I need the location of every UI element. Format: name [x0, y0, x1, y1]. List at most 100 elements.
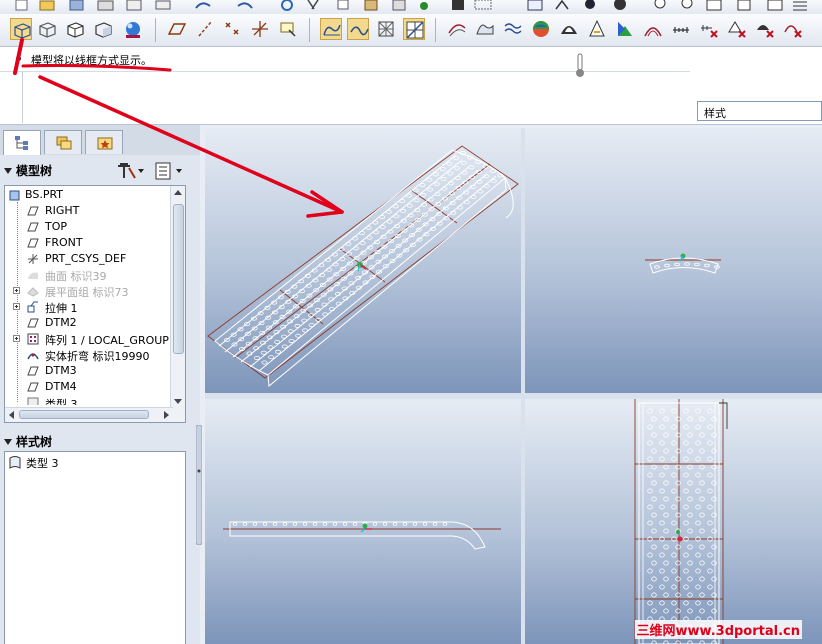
grid-icon[interactable] [403, 18, 425, 40]
expand-toggle-icon[interactable] [13, 335, 20, 342]
appearance-ball-icon[interactable] [614, 0, 626, 10]
tree-item-surface[interactable]: 曲面 标识39 [5, 267, 173, 283]
shading-icon[interactable] [92, 18, 114, 40]
viewport-top[interactable] [525, 399, 822, 644]
tree-horizontal-scroll-thumb[interactable] [19, 410, 149, 419]
reflection-icon[interactable] [530, 18, 552, 40]
tab-model-tree[interactable] [3, 130, 41, 155]
new-icon[interactable] [15, 0, 28, 11]
expand-toggle-icon[interactable] [13, 303, 20, 310]
open-icon[interactable] [39, 0, 55, 11]
layer-icon[interactable] [767, 0, 783, 11]
email-icon[interactable] [155, 0, 171, 10]
email-icon[interactable] [126, 0, 142, 11]
paste-icon[interactable] [392, 0, 406, 11]
datum-plane-toggle-icon[interactable] [166, 18, 188, 40]
tree-item-bs-prt[interactable]: BS.PRT [5, 187, 173, 203]
datum-axis-toggle-icon[interactable] [194, 18, 216, 40]
spin-center-icon[interactable] [277, 18, 299, 40]
viewport-horizontal-splitter[interactable] [205, 393, 822, 399]
redo-icon[interactable] [237, 2, 253, 9]
zoom-in-icon[interactable] [654, 0, 666, 9]
hole-outline [647, 520, 653, 526]
section-icon[interactable] [614, 18, 636, 40]
tree-item-pattern[interactable]: 阵列 1 / LOCAL_GROUP [5, 331, 173, 347]
tree-item-extrude[interactable]: 拉伸 1 [5, 299, 173, 315]
tree-horizontal-scrollbar[interactable] [5, 407, 173, 422]
scroll-up-icon[interactable] [171, 186, 185, 200]
curve-icon[interactable] [347, 18, 369, 40]
zoom-out-icon[interactable] [681, 0, 693, 9]
tree-item-top[interactable]: TOP [5, 219, 173, 235]
print-icon[interactable] [97, 0, 114, 11]
draft-analysis-icon[interactable] [558, 18, 580, 40]
delete-curve-icon[interactable] [754, 18, 776, 40]
regenerate-icon[interactable] [281, 0, 293, 11]
measure-icon[interactable] [670, 18, 692, 40]
settings-tools-icon[interactable] [118, 163, 136, 179]
collapse-arrow-icon[interactable] [4, 168, 12, 174]
tree-vertical-scroll-thumb[interactable] [173, 204, 184, 354]
wireframe-display-icon[interactable] [10, 18, 32, 40]
tree-vertical-scrollbar[interactable] [170, 186, 185, 422]
scroll-right-icon[interactable] [159, 408, 173, 422]
delete-analysis-icon[interactable] [698, 18, 720, 40]
hole-outline [442, 522, 448, 526]
curvature-icon[interactable] [642, 18, 664, 40]
cut-icon[interactable] [307, 0, 319, 10]
appearance-ball-icon[interactable] [122, 18, 144, 40]
scroll-left-icon[interactable] [5, 408, 19, 422]
viewport-side[interactable] [205, 399, 521, 644]
paste-icon[interactable] [364, 0, 378, 11]
viewport-isometric[interactable] [205, 128, 521, 393]
csys-toggle-icon[interactable] [249, 18, 271, 40]
undo-icon[interactable] [195, 2, 211, 9]
orient-icon[interactable] [555, 0, 569, 10]
surface-icon[interactable] [320, 18, 342, 40]
hidden-line-icon[interactable] [36, 18, 58, 40]
hole-outline [711, 544, 717, 550]
delete-shading-icon[interactable] [726, 18, 748, 40]
slope-icon[interactable] [586, 18, 608, 40]
viewport-front[interactable] [525, 128, 822, 393]
tree-item-dtm3[interactable]: DTM3 [5, 363, 173, 379]
style-tree-item[interactable]: 类型 3 [5, 454, 175, 470]
blend-surface-icon[interactable] [446, 18, 468, 40]
expand-toggle-icon[interactable] [13, 287, 20, 294]
sketch-icon[interactable] [375, 18, 397, 40]
refit-icon[interactable] [706, 0, 722, 11]
free-surface-icon[interactable] [474, 18, 496, 40]
tree-item-dtm4[interactable]: DTM4 [5, 379, 173, 395]
curve-edit-icon[interactable] [502, 18, 524, 40]
tree-item-dtm2[interactable]: DTM2 [5, 315, 173, 331]
repaint-icon[interactable] [527, 0, 543, 11]
save-icon[interactable] [69, 0, 84, 11]
tree-item-right[interactable]: RIGHT [5, 203, 173, 219]
tree-item-toroidal-bend[interactable]: 实体折弯 标识19990 [5, 347, 173, 363]
find-icon[interactable] [452, 0, 464, 10]
collapse-arrow-icon[interactable] [4, 439, 12, 445]
tree-item-front[interactable]: FRONT [5, 235, 173, 251]
chevron-down-icon[interactable] [138, 169, 144, 173]
style-selector[interactable]: 样式 [697, 101, 822, 121]
no-hidden-icon[interactable] [64, 18, 86, 40]
tab-favorites[interactable] [85, 130, 123, 154]
select-box-icon[interactable] [474, 0, 492, 10]
viewport-vertical-splitter[interactable] [521, 128, 525, 644]
regenerate-icon[interactable] [420, 2, 428, 10]
tree-item-flatten-quilt[interactable]: 展平面组 标识73 [5, 283, 173, 299]
tree-item-type3[interactable]: 类型 3 [5, 395, 173, 405]
delete-all-icon[interactable] [782, 18, 804, 40]
panel-sash[interactable] [196, 425, 202, 545]
layer-icon[interactable] [793, 1, 807, 11]
appearance-icon[interactable] [585, 0, 595, 9]
tree-item-prt-csys-def[interactable]: PRT_CSYS_DEF [5, 251, 173, 267]
tab-folder-browser[interactable] [44, 130, 82, 154]
copy-icon[interactable] [337, 0, 349, 10]
view-manager-icon[interactable] [737, 0, 751, 11]
hole-outline [420, 192, 427, 197]
chevron-down-icon[interactable] [176, 169, 182, 173]
show-options-icon[interactable] [155, 162, 171, 180]
scroll-down-icon[interactable] [171, 394, 185, 408]
datum-point-toggle-icon[interactable] [221, 18, 243, 40]
